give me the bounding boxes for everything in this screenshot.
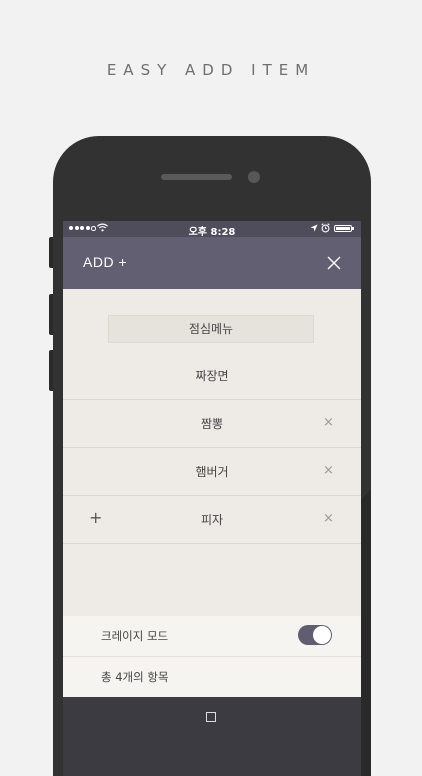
total-count-label: 총 4개의 항목 [101, 670, 169, 684]
phone-frame: 오후 8:28 ADD + 점심메뉴 짜장면 짬뽕 × 햄버거 × + 피자 ×… [53, 136, 371, 776]
list-title-field[interactable]: 점심메뉴 [108, 315, 314, 343]
headline: EASY ADD ITEM [106, 61, 316, 79]
crazy-mode-label: 크레이지 모드 [101, 629, 169, 643]
total-count-row: 총 4개의 항목 [63, 657, 361, 697]
remove-item-icon[interactable]: × [323, 463, 334, 478]
remove-item-icon[interactable]: × [323, 511, 334, 526]
list-item-label: 햄버거 [195, 465, 229, 479]
alarm-clock-icon [321, 223, 330, 233]
list-item[interactable]: 짜장면 [63, 352, 361, 400]
front-camera [248, 171, 260, 183]
battery-tip [352, 227, 354, 230]
battery-icon [334, 225, 352, 232]
location-arrow-icon [310, 224, 318, 232]
nav-title: ADD + [83, 254, 128, 270]
crazy-mode-toggle[interactable] [298, 625, 332, 645]
list-item[interactable]: 햄버거 × [63, 448, 361, 496]
toggle-knob [313, 626, 331, 644]
app-screen: 오후 8:28 ADD + 점심메뉴 짜장면 짬뽕 × 햄버거 × + 피자 ×… [63, 221, 361, 776]
speaker-grille [161, 174, 232, 180]
bottom-bar [63, 697, 361, 776]
square-icon[interactable] [206, 712, 216, 722]
close-icon[interactable] [325, 254, 343, 272]
list-item-label: 피자 [200, 513, 224, 527]
list-item-label: 짬뽕 [200, 417, 224, 431]
navigation-bar: ADD + [63, 237, 361, 289]
remove-item-icon[interactable]: × [323, 415, 334, 430]
crazy-mode-row: 크레이지 모드 [63, 616, 361, 657]
list-item[interactable]: 짬뽕 × [63, 400, 361, 448]
list-item-label: 짜장면 [195, 369, 229, 383]
status-bar: 오후 8:28 [63, 221, 361, 238]
list-item[interactable]: + 피자 × [63, 496, 361, 544]
